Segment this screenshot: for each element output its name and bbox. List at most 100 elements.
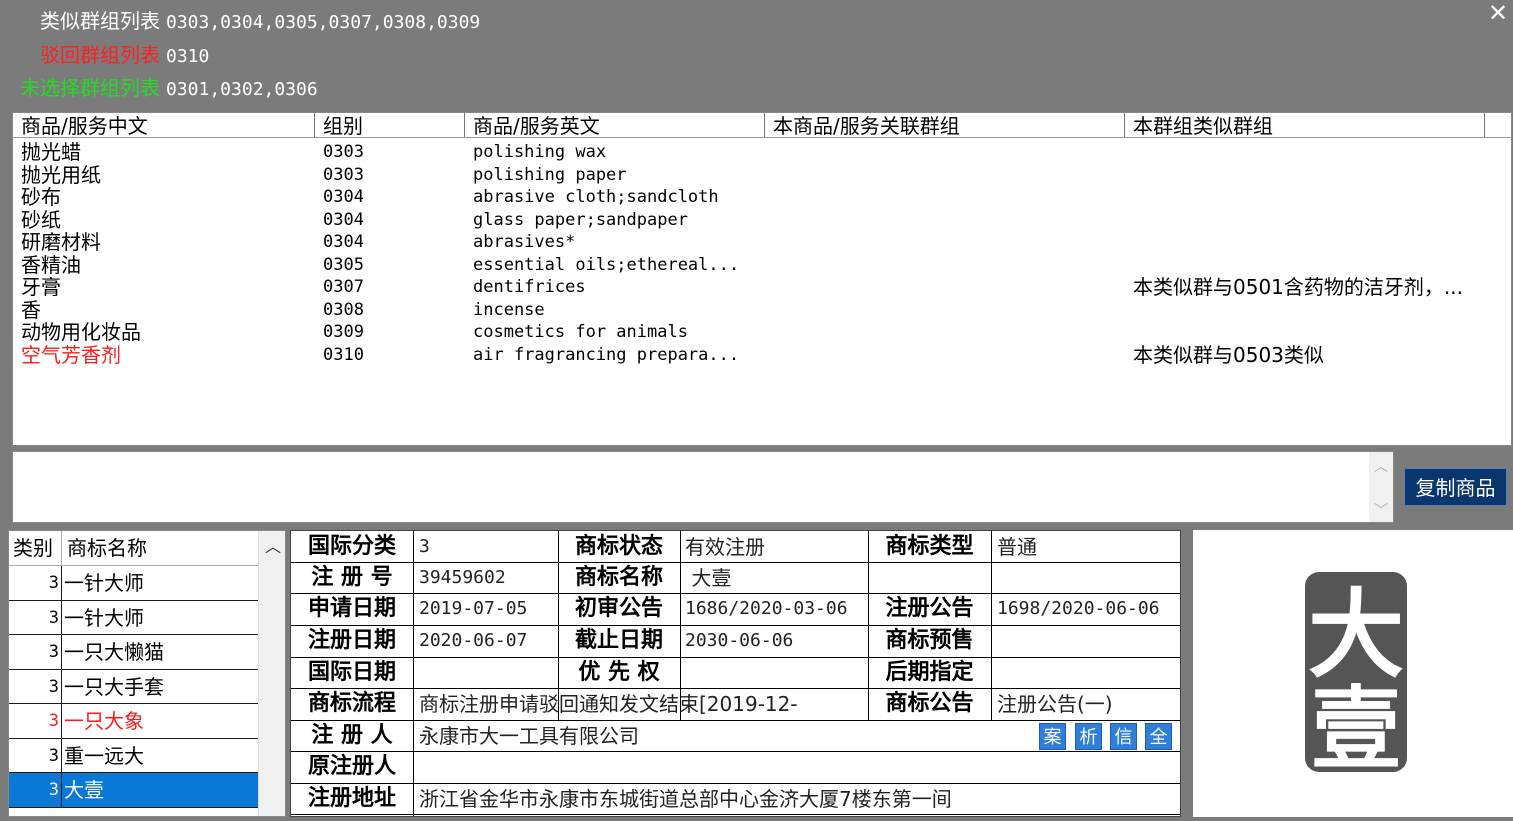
expiry-label: 截止日期 xyxy=(574,628,663,653)
presale-value xyxy=(997,626,1177,656)
goods-row[interactable]: 香 0308 incense xyxy=(13,299,1511,321)
trademark-list-item[interactable]: 3 一针大师 xyxy=(9,566,259,601)
trademark-name: 一只大象 xyxy=(64,709,144,733)
goods-row[interactable]: 抛光用纸 0303 polishing paper xyxy=(13,164,1511,186)
trademark-detail-grid: 国际分类 3 商标状态 有效注册 商标类型 普通 注 册 号 39459602 … xyxy=(290,530,1181,817)
goods-cell-group: 0304 xyxy=(323,209,364,230)
memo-scrollbar[interactable]: ︿ ﹀ xyxy=(1369,452,1393,522)
reg-notice-value: 1698/2020-06-06 xyxy=(997,598,1160,619)
memo-textarea[interactable]: ︿ ﹀ xyxy=(12,451,1394,523)
rejected-groups-label: 驳回群组列表 xyxy=(40,43,160,67)
col-header-class[interactable]: 类别 xyxy=(13,531,53,565)
intl-class-value: 3 xyxy=(419,536,430,557)
process-value[interactable]: 商标注册申请驳回通知发文结束[2019-12- xyxy=(419,689,865,719)
case-button[interactable]: 案 xyxy=(1039,723,1066,750)
bulletin-value[interactable]: 注册公告(一) xyxy=(997,689,1177,719)
orig-registrant-value xyxy=(419,752,1019,782)
trademark-list-header: 类别 商标名称 xyxy=(9,531,285,566)
grid-line xyxy=(291,814,1180,815)
type-value: 普通 xyxy=(997,535,1037,559)
expiry-value: 2030-06-06 xyxy=(685,630,794,651)
trademark-name: 一只大手套 xyxy=(64,674,164,699)
type-label: 商标类型 xyxy=(885,534,974,559)
reg-date-value: 2020-06-07 xyxy=(419,630,528,651)
trademark-name: 重一远大 xyxy=(64,743,144,768)
goods-row[interactable]: 砂布 0304 abrasive cloth;sandcloth xyxy=(13,186,1511,208)
intl-date-value xyxy=(419,658,554,688)
col-header-cn[interactable]: 商品/服务中文 xyxy=(13,113,315,137)
all-button[interactable]: 全 xyxy=(1145,723,1172,750)
trademark-list-scrollbar[interactable]: ︿ xyxy=(258,531,285,816)
goods-row[interactable]: 砂纸 0304 glass paper;sandpaper xyxy=(13,209,1511,231)
goods-row[interactable]: 动物用化妆品 0309 cosmetics for animals xyxy=(13,321,1511,343)
reg-no-value[interactable]: 39459602 xyxy=(419,563,554,593)
goods-row[interactable]: 研磨材料 0304 abrasives* xyxy=(13,231,1511,253)
column-divider xyxy=(61,704,62,738)
goods-cell-cn: 抛光用纸 xyxy=(21,163,101,186)
status-value: 有效注册 xyxy=(685,535,765,559)
goods-cell-cn: 抛光蜡 xyxy=(21,141,81,163)
goods-cell-cn: 砂纸 xyxy=(21,208,61,231)
column-divider xyxy=(61,773,62,807)
prelim-value: 1686/2020-03-06 xyxy=(685,598,848,619)
trademark-class: 3 xyxy=(48,676,59,697)
goods-cell-similar: 本类似群与0501含药物的洁牙剂，... xyxy=(1133,276,1463,298)
goods-cell-en: incense xyxy=(473,299,545,320)
goods-cell-en: essential oils;ethereal... xyxy=(473,254,740,275)
rejected-groups-value: 0310 xyxy=(166,46,210,67)
scroll-down-icon[interactable]: ﹀ xyxy=(1374,500,1388,520)
trademark-class: 3 xyxy=(48,745,59,766)
goods-cell-cn: 香精油 xyxy=(21,253,81,276)
col-header-tm-name[interactable]: 商标名称 xyxy=(67,531,147,565)
trademark-name: 一只大懒猫 xyxy=(64,640,164,664)
grid-line xyxy=(413,531,414,816)
process-label: 商标流程 xyxy=(307,691,396,716)
close-icon[interactable]: ✕ xyxy=(1487,1,1509,25)
prelim-label: 初审公告 xyxy=(574,596,663,621)
trademark-list-item[interactable]: 3 一只大懒猫 xyxy=(9,635,259,670)
col-header-en[interactable]: 商品/服务英文 xyxy=(465,113,765,137)
trademark-class: 3 xyxy=(48,711,59,731)
trademark-name: 一针大师 xyxy=(64,605,144,630)
trademark-list-item[interactable]: 3 一针大师 xyxy=(9,600,259,635)
goods-cell-group: 0310 xyxy=(323,344,364,365)
registrant-label: 注 册 人 xyxy=(311,723,393,748)
goods-row[interactable]: 香精油 0305 essential oils;ethereal... xyxy=(13,254,1511,276)
goods-row[interactable]: 抛光蜡 0303 polishing wax xyxy=(13,141,1511,163)
trademark-list-item[interactable]: 3 一只大象 xyxy=(9,704,259,739)
col-header-related[interactable]: 本商品/服务关联群组 xyxy=(765,113,1125,137)
reg-notice-label: 注册公告 xyxy=(885,596,974,621)
trademark-class: 3 xyxy=(48,607,59,628)
trademark-list-item[interactable]: 3 重一远大 xyxy=(9,738,259,773)
trademark-name: 大壹 xyxy=(64,778,104,802)
seal-char-bottom: 壹 xyxy=(1311,676,1401,782)
col-header-group[interactable]: 组别 xyxy=(315,113,465,137)
seal-char-top: 大 xyxy=(1308,578,1404,691)
trademark-list-item[interactable]: 3 一只大手套 xyxy=(9,669,259,704)
intl-class-label: 国际分类 xyxy=(307,534,396,559)
grid-line xyxy=(991,531,992,720)
goods-cell-cn: 动物用化妆品 xyxy=(21,321,141,343)
analyze-button[interactable]: 析 xyxy=(1075,723,1102,750)
goods-row[interactable]: 空气芳香剂 0310 air fragrancing prepara... 本类似群与… xyxy=(13,344,1511,366)
trademark-class: 3 xyxy=(48,780,59,800)
registrant-value: 永康市大一工具有限公司 xyxy=(419,724,639,748)
col-header-similar[interactable]: 本群组类似群组 xyxy=(1125,113,1485,137)
copy-goods-button[interactable]: 复制商品 xyxy=(1404,468,1507,506)
goods-cell-en: glass paper;sandpaper xyxy=(473,209,688,230)
scroll-up-icon[interactable]: ︿ xyxy=(1374,456,1388,476)
intl-date-label: 国际日期 xyxy=(307,660,396,685)
status-label: 商标状态 xyxy=(574,534,663,559)
goods-cell-cn: 空气芳香剂 xyxy=(21,343,121,366)
goods-cell-group: 0304 xyxy=(323,187,364,207)
goods-cell-group: 0309 xyxy=(323,322,364,342)
goods-cell-en: abrasive cloth;sandcloth xyxy=(473,187,719,207)
info-button[interactable]: 信 xyxy=(1110,723,1137,750)
goods-cell-en: polishing wax xyxy=(473,142,607,162)
tm-name-value: 大壹 xyxy=(685,566,732,590)
goods-row[interactable]: 牙膏 0307 dentifrices 本类似群与0501含药物的洁牙剂，... xyxy=(13,276,1511,298)
trademark-name: 一针大师 xyxy=(64,571,144,595)
scroll-up-icon[interactable]: ︿ xyxy=(265,533,281,557)
similar-groups-row: 类似群组列表 0303,0304,0305,0307,0308,0309 xyxy=(40,6,480,36)
trademark-list-item[interactable]: 3 大壹 xyxy=(9,773,259,808)
